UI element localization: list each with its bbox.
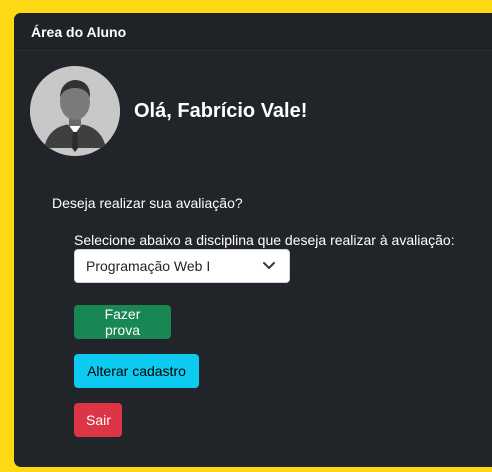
discipline-selected-value: Programação Web I [86, 258, 211, 274]
logout-button[interactable]: Sair [74, 403, 122, 437]
chevron-down-icon [263, 262, 275, 269]
card-title: Área do Aluno [31, 24, 127, 40]
profile-section: Olá, Fabrício Vale! [30, 66, 307, 156]
discipline-select-label: Selecione abaixo a disciplina que deseja… [74, 232, 455, 248]
discipline-select[interactable]: Programação Web I [74, 249, 290, 283]
take-exam-button[interactable]: Fazer prova [74, 305, 171, 339]
student-area-card: Área do Aluno Olá, Fabrício Vale! Deseja… [14, 13, 492, 467]
card-header: Área do Aluno [14, 13, 492, 51]
greeting-text: Olá, Fabrício Vale! [134, 99, 308, 122]
evaluation-question: Deseja realizar sua avaliação? [52, 195, 243, 211]
user-avatar-icon [30, 66, 120, 156]
edit-profile-button[interactable]: Alterar cadastro [74, 354, 199, 388]
